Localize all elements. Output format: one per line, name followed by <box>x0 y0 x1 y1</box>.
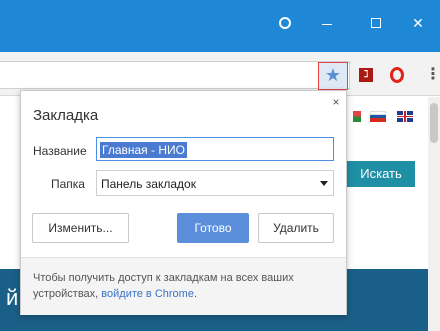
folder-select[interactable]: Панель закладок <box>96 170 334 196</box>
flag-icon[interactable] <box>353 111 361 122</box>
uk-flag-icon[interactable] <box>397 111 413 122</box>
done-button[interactable]: Готово <box>177 213 249 243</box>
russian-flag-icon[interactable] <box>370 111 386 122</box>
page-scrollbar[interactable] <box>428 97 440 331</box>
maximize-icon[interactable] <box>361 10 391 36</box>
profile-glyph <box>279 16 291 29</box>
sign-in-link[interactable]: войдите в Chrome <box>101 288 194 300</box>
bookmark-star-icon[interactable]: ★ <box>318 62 348 90</box>
folder-label: Папка <box>51 177 85 191</box>
sync-promo-end: . <box>193 288 198 300</box>
address-bar[interactable] <box>0 61 350 89</box>
banner-text: й <box>6 285 19 310</box>
chevron-down-icon <box>320 181 328 186</box>
bookmark-name-value: Главная - НИО <box>100 142 187 158</box>
minimize-icon[interactable] <box>312 10 342 36</box>
maximize-glyph <box>371 18 381 29</box>
name-label: Название <box>33 144 87 158</box>
close-icon[interactable]: ✕ <box>403 10 433 36</box>
sync-promo: Чтобы получить доступ к закладкам на все… <box>21 257 346 315</box>
scrollbar-thumb[interactable] <box>430 103 438 143</box>
edit-button[interactable]: Изменить... <box>32 213 129 243</box>
pdf-extension-icon[interactable]: ℷ <box>359 68 373 82</box>
folder-select-value: Панель закладок <box>101 177 196 191</box>
bookmark-name-input[interactable]: Главная - НИО <box>96 137 334 161</box>
close-icon[interactable]: × <box>329 95 343 109</box>
opera-extension-icon[interactable] <box>390 67 404 83</box>
chrome-menu-icon[interactable]: ⋮ <box>425 65 440 85</box>
window-titlebar: ✕ <box>0 0 440 52</box>
remove-button[interactable]: Удалить <box>258 213 334 243</box>
popup-title: Закладка <box>33 107 99 124</box>
profile-icon[interactable] <box>270 10 300 36</box>
minimize-glyph <box>322 23 332 25</box>
search-button[interactable]: Искать <box>347 161 415 187</box>
bookmark-popup: Закладка × Название Главная - НИО Папка … <box>20 90 347 315</box>
